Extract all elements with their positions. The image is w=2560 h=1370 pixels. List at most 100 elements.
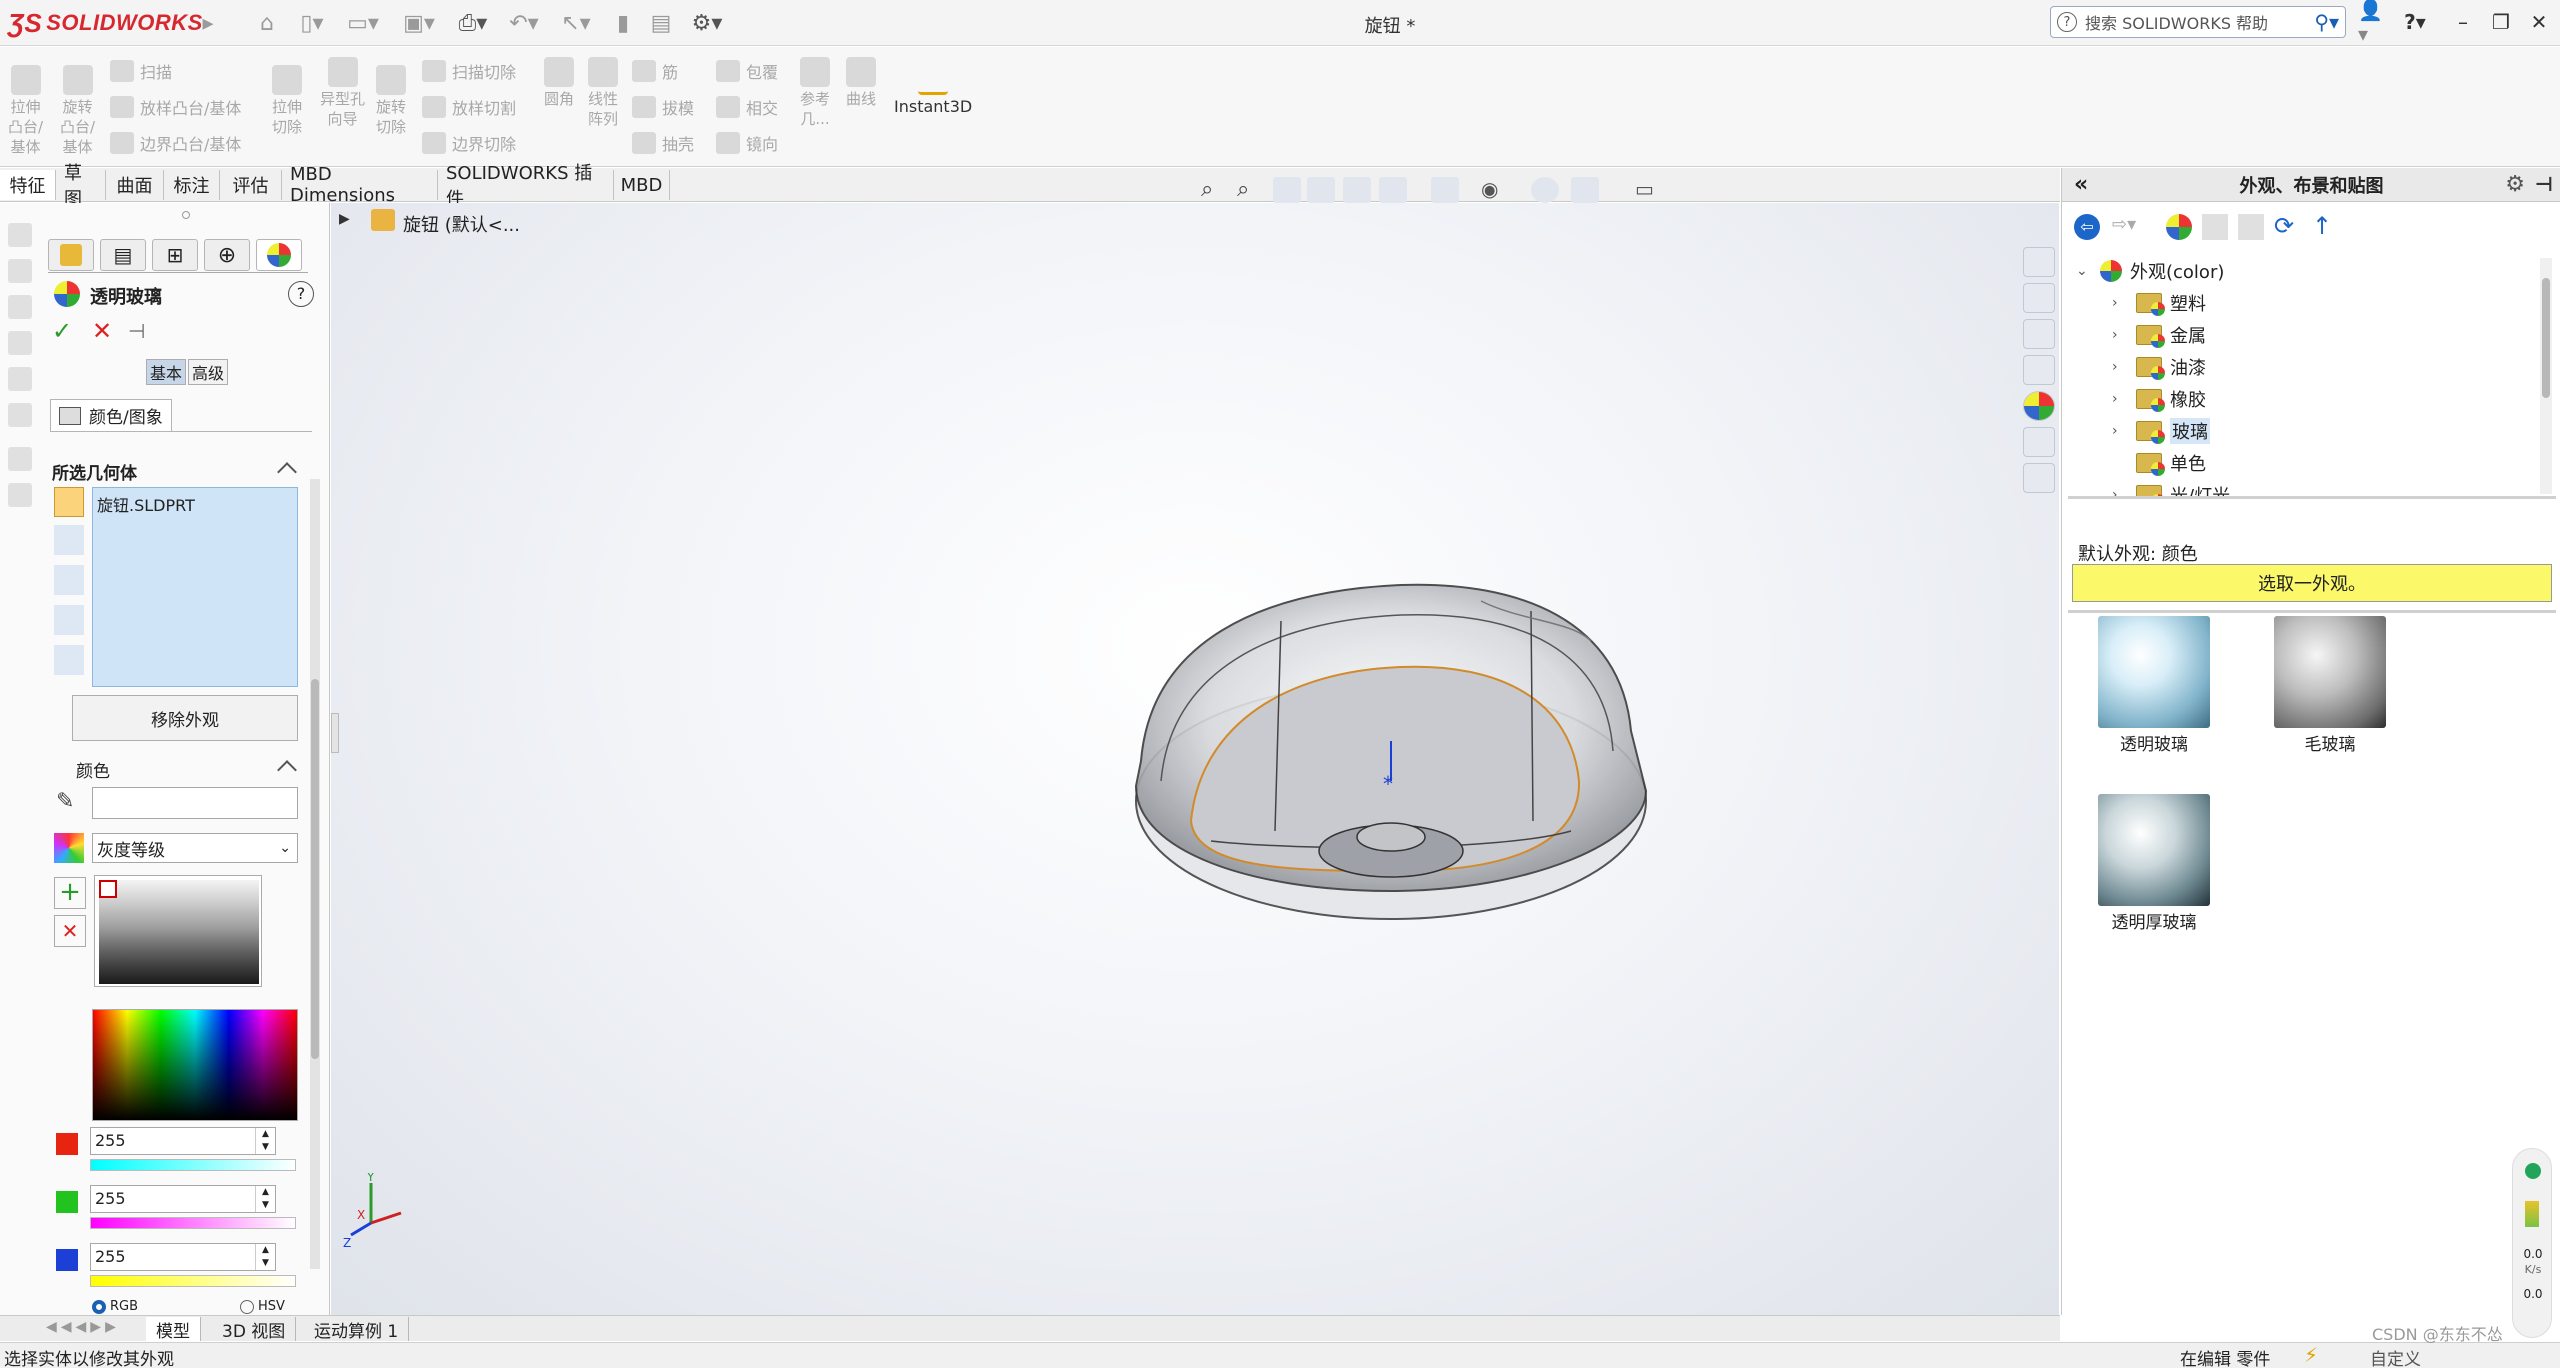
rgb-mode-radio[interactable]: RGB xyxy=(92,1299,138,1314)
rib-button[interactable]: 筋 xyxy=(632,57,678,85)
revolve-cut-button[interactable]: 旋转 切除 xyxy=(376,65,406,137)
blue-value-field[interactable]: 255 ▲ ▼ xyxy=(90,1243,276,1271)
refresh-icon[interactable]: ⟳ xyxy=(2274,212,2294,240)
extrude-boss-button[interactable]: 拉伸 凸台/ 基体 xyxy=(8,65,43,157)
previous-view-icon[interactable] xyxy=(1273,177,1301,203)
view-orientation-icon[interactable] xyxy=(1379,177,1407,203)
select-faces-icon[interactable] xyxy=(54,605,84,635)
zoom-to-fit-icon[interactable]: ⌕ xyxy=(1201,177,1229,203)
view-settings-icon[interactable]: ▭ xyxy=(1635,177,1663,203)
tree-item-rubber[interactable]: › 橡胶 xyxy=(2112,384,2206,414)
palette-select[interactable]: 灰度等级 ⌄ xyxy=(92,833,298,863)
scrollbar-thumb[interactable] xyxy=(311,679,319,1059)
home-icon[interactable]: ⌂ xyxy=(252,8,282,38)
linkage-icon[interactable] xyxy=(8,447,32,471)
apply-scene-icon[interactable] xyxy=(1571,177,1599,203)
loft-boss-button[interactable]: 放样凸台/基体 xyxy=(110,93,241,121)
selected-geometry-list[interactable]: 旋钮.SLDPRT xyxy=(92,487,298,687)
appearance-ball-icon[interactable] xyxy=(2166,214,2192,240)
gray-swatch-grid[interactable] xyxy=(94,875,262,987)
help-icon[interactable]: ? xyxy=(288,281,314,307)
settings-gear-icon[interactable]: ⚙ xyxy=(2505,172,2525,197)
tree-scrollbar[interactable] xyxy=(2540,258,2552,494)
print-icon[interactable]: ⎙▾ xyxy=(450,8,496,38)
hole-wizard-button[interactable]: 异型孔 向导 xyxy=(320,57,365,129)
select-icon[interactable]: ↖▾ xyxy=(556,8,596,38)
draft-button[interactable]: 拔模 xyxy=(632,93,694,121)
appearances-scenes-icon[interactable] xyxy=(2023,391,2055,421)
custom-properties-icon[interactable] xyxy=(2023,427,2055,457)
annotation-icon[interactable] xyxy=(8,259,32,283)
eyedropper-icon[interactable]: ✎ xyxy=(56,789,74,814)
panel-collapse-handle[interactable] xyxy=(331,713,339,753)
splitter[interactable] xyxy=(2068,610,2556,613)
forum-icon[interactable] xyxy=(2023,463,2055,493)
forward-arrow-icon[interactable]: ⇨▾ xyxy=(2112,214,2156,240)
advanced-mode-button[interactable]: 高级 xyxy=(188,359,228,385)
boundary-boss-button[interactable]: 边界凸台/基体 xyxy=(110,129,241,157)
pin-icon[interactable]: ⊣ xyxy=(128,319,145,343)
shell-button[interactable]: 抽壳 xyxy=(632,129,694,157)
configuration-manager-tab[interactable]: ⊞ xyxy=(152,239,198,271)
open-icon[interactable]: ▭▾ xyxy=(340,8,386,38)
minimize-icon[interactable]: – xyxy=(2446,8,2480,36)
rebuild-icon[interactable]: ▮ xyxy=(608,8,638,38)
stepper-icon[interactable]: ▲ ▼ xyxy=(255,1244,275,1270)
instant3d-button[interactable]: Instant3D xyxy=(894,65,972,117)
new-document-icon[interactable]: ▯▾ xyxy=(294,8,330,38)
panel-scrollbar[interactable] xyxy=(310,479,320,1269)
lofted-cut-button[interactable]: 放样切割 xyxy=(422,93,516,121)
search-input[interactable]: ? 搜索 SOLIDWORKS 帮助 ⚲▾ xyxy=(2050,6,2346,38)
mirror-button[interactable]: 镜向 xyxy=(716,129,778,157)
chevron-up-icon[interactable] xyxy=(277,462,297,482)
intersect-button[interactable]: 相交 xyxy=(716,93,778,121)
dimxpert-tab[interactable]: ⊕ xyxy=(204,239,250,271)
boundary-cut-button[interactable]: 边界切除 xyxy=(422,129,516,157)
annotation-icon[interactable] xyxy=(8,367,32,391)
zoom-to-area-icon[interactable]: ⌕ xyxy=(1237,177,1265,203)
tab-evaluate[interactable]: 评估 xyxy=(220,170,282,200)
edit-appearance-icon[interactable] xyxy=(1531,177,1559,203)
select-bodies-icon[interactable] xyxy=(54,525,84,555)
restore-icon[interactable]: ❐ xyxy=(2484,8,2518,36)
swatch-frosted-glass[interactable] xyxy=(2274,616,2386,728)
tree-item-solid-color[interactable]: 单色 xyxy=(2112,448,2206,478)
display-style-icon[interactable] xyxy=(1431,177,1459,203)
select-parts-icon[interactable] xyxy=(54,487,84,517)
tab-features[interactable]: 特征 xyxy=(0,170,56,200)
file-properties-icon[interactable]: ▤ xyxy=(646,8,676,38)
tree-expand-icon[interactable]: ▶ xyxy=(339,211,350,227)
curves-button[interactable]: 曲线 xyxy=(846,57,876,109)
tree-item-plastic[interactable]: › 塑料 xyxy=(2112,288,2206,318)
collapse-pane-icon[interactable]: « xyxy=(2074,172,2088,197)
section-view-icon[interactable] xyxy=(1307,177,1335,203)
panel-grip-icon[interactable] xyxy=(182,211,190,219)
up-arrow-icon[interactable]: ↑ xyxy=(2312,212,2332,240)
search-icon[interactable]: ⚲▾ xyxy=(2314,10,2339,34)
hide-show-icon[interactable]: ◉ xyxy=(1481,177,1509,203)
linkage-icon[interactable] xyxy=(8,483,32,507)
close-icon[interactable]: ✕ xyxy=(2522,8,2556,36)
select-cosmetic-icon[interactable] xyxy=(54,645,84,675)
pin-icon[interactable]: ⊣ xyxy=(2535,172,2553,196)
tree-item-metal[interactable]: › 金属 xyxy=(2112,320,2206,350)
tab-mbd[interactable]: MBD xyxy=(614,170,670,200)
reference-geometry-button[interactable]: 参考 几... xyxy=(800,57,830,129)
tab-markup[interactable]: 标注 xyxy=(164,170,220,200)
fillet-button[interactable]: 圆角 xyxy=(544,57,574,109)
annotation-icon[interactable] xyxy=(8,223,32,247)
select-features-icon[interactable] xyxy=(54,565,84,595)
feature-tree-root[interactable]: 旋钮 (默认<... xyxy=(403,211,520,237)
red-gradient-slider[interactable] xyxy=(90,1159,296,1171)
help-menu-icon[interactable]: ?▾ xyxy=(2398,8,2432,36)
stepper-icon[interactable]: ▲ ▼ xyxy=(255,1128,275,1154)
tab-solidworks-addins[interactable]: SOLIDWORKS 插件 xyxy=(438,163,614,210)
options-gear-icon[interactable]: ⚙▾ xyxy=(684,8,730,38)
sweep-button[interactable]: 扫描 xyxy=(110,57,172,85)
list-item[interactable]: 旋钮.SLDPRT xyxy=(97,492,293,516)
design-library-icon[interactable] xyxy=(2023,283,2055,313)
ok-check-icon[interactable]: ✓ xyxy=(52,317,72,345)
chevron-up-icon[interactable] xyxy=(277,760,297,780)
user-account-icon[interactable]: 👤▾ xyxy=(2358,0,2392,46)
linear-pattern-button[interactable]: 线性 阵列 xyxy=(588,57,618,129)
